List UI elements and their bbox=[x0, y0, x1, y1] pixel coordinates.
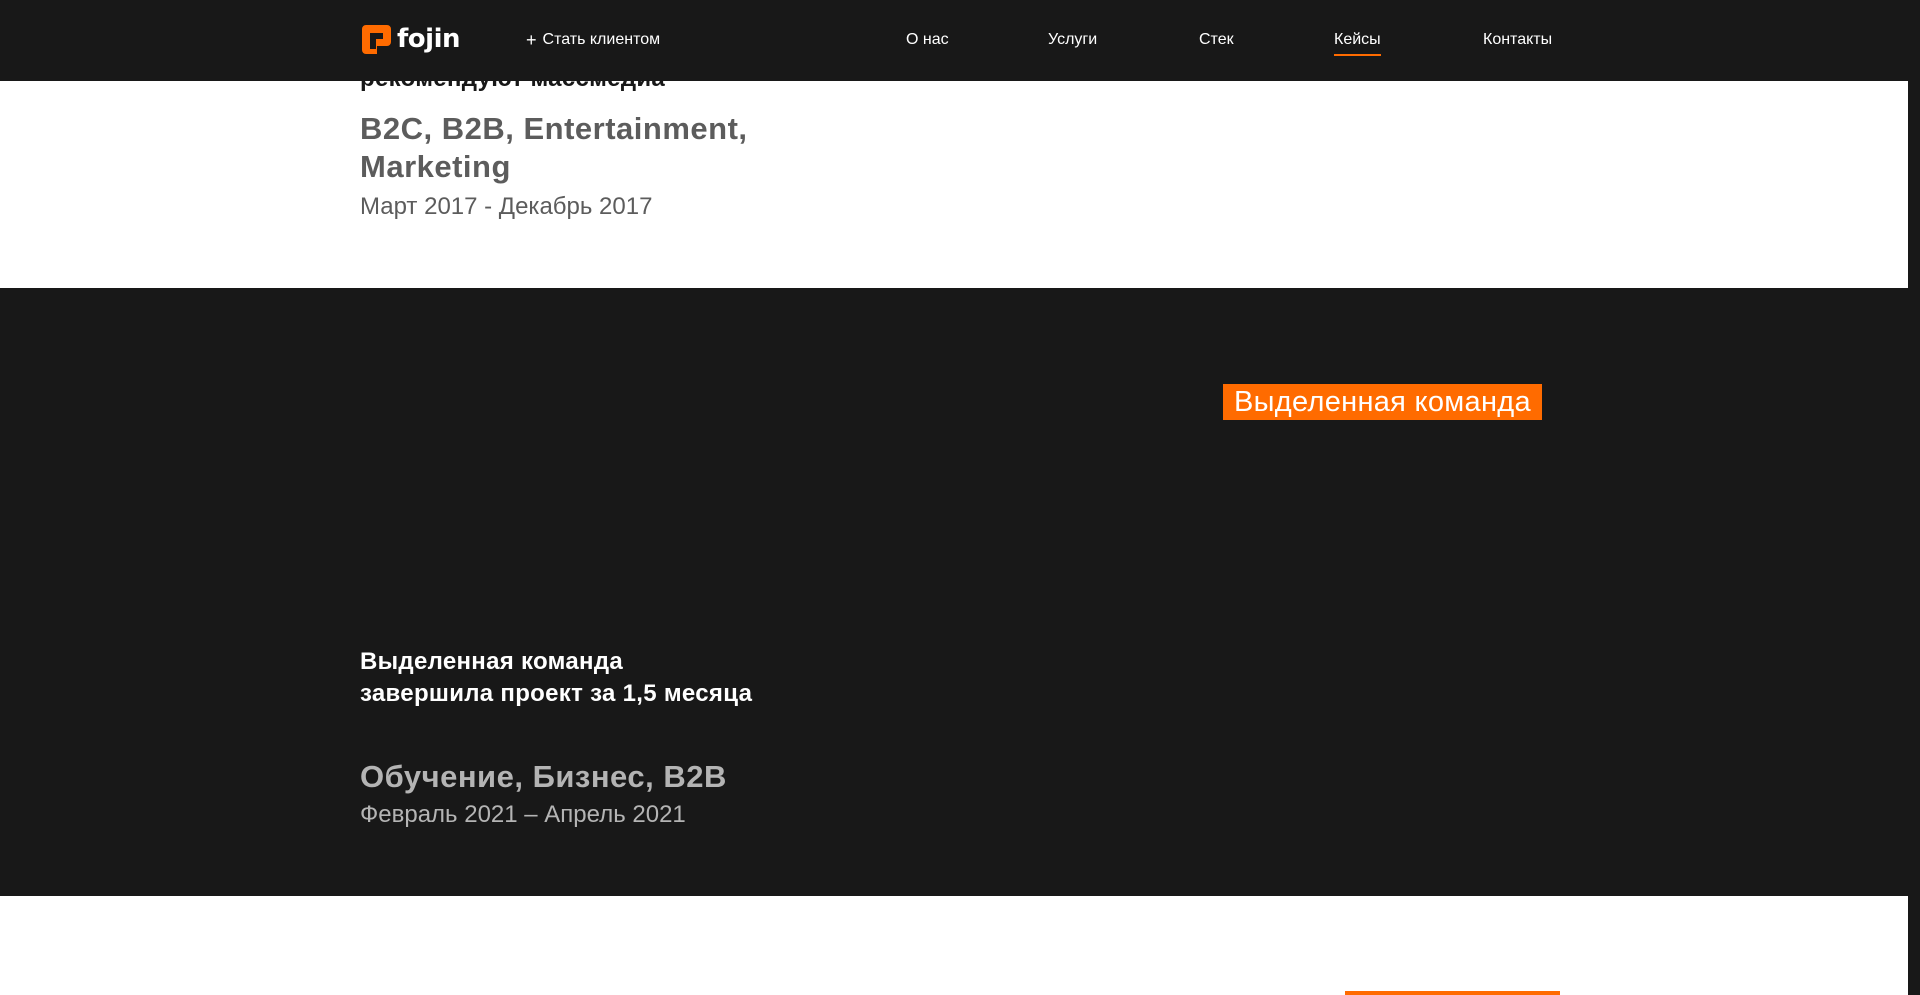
cases-list: рекомендуют массмедиа B2C, B2B, Entertai… bbox=[0, 0, 1908, 995]
fojin-logo-icon bbox=[362, 24, 391, 54]
nav-item-contacts[interactable]: Контакты bbox=[1483, 30, 1552, 50]
logo-text: fojin bbox=[397, 24, 461, 54]
case-badge-edge bbox=[1345, 991, 1560, 995]
case-card-dedicated-team[interactable]: Выделенная команда Выделенная команда за… bbox=[0, 288, 1908, 896]
case-title: Выделенная команда завершила проект за 1… bbox=[360, 648, 753, 707]
logo[interactable]: fojin bbox=[362, 24, 461, 54]
case-card-next[interactable] bbox=[0, 896, 1908, 995]
nav-item-stack[interactable]: Стек bbox=[1199, 30, 1234, 50]
nav-item-cases[interactable]: Кейсы bbox=[1334, 30, 1381, 56]
case-badge: Выделенная команда bbox=[1223, 384, 1542, 420]
case-tags: B2C, B2B, Entertainment, Marketing bbox=[360, 111, 748, 184]
nav-item-about[interactable]: О нас bbox=[906, 30, 949, 50]
nav-item-services[interactable]: Услуги bbox=[1048, 30, 1097, 50]
plus-icon: + bbox=[526, 30, 537, 50]
case-period: Февраль 2021 – Апрель 2021 bbox=[360, 801, 686, 828]
site-header: fojin + Стать клиентом О нас Услуги Стек… bbox=[0, 0, 1920, 81]
case-period: Март 2017 - Декабрь 2017 bbox=[360, 193, 653, 220]
page: рекомендуют массмедиа B2C, B2B, Entertai… bbox=[0, 0, 1920, 995]
become-client-label: Стать клиентом bbox=[542, 31, 661, 48]
case-tags: Обучение, Бизнес, B2B bbox=[360, 759, 727, 794]
scrollbar[interactable] bbox=[1908, 0, 1920, 995]
become-client-button[interactable]: + Стать клиентом bbox=[526, 30, 660, 50]
